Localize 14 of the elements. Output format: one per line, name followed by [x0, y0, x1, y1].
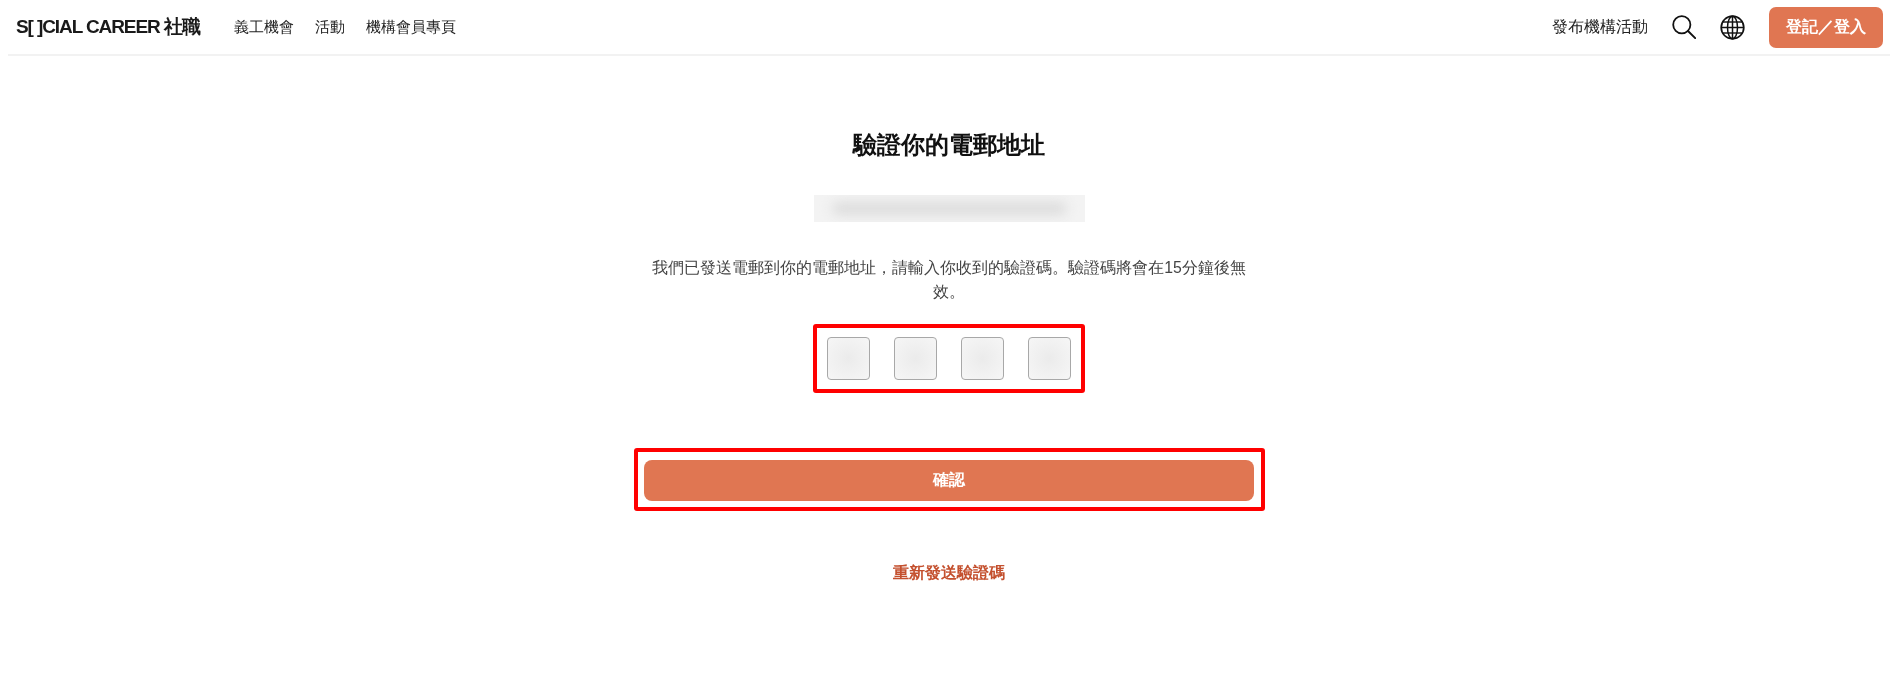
nav-link[interactable]: 機構會員專頁 — [365, 17, 456, 37]
code-digit-field[interactable] — [827, 337, 870, 380]
search-icon[interactable] — [1672, 15, 1696, 39]
site-logo[interactable]: S[ ]CIAL CAREER 社職 — [16, 14, 200, 40]
code-digit-field[interactable] — [961, 337, 1004, 380]
resend-code-link[interactable]: 重新發送驗證碼 — [893, 561, 1005, 585]
page-title: 驗證你的電郵地址 — [853, 130, 1045, 160]
code-digit-field[interactable] — [1028, 337, 1071, 380]
nav-link[interactable]: 活動 — [314, 17, 345, 37]
nav-link[interactable]: 義工機會 — [233, 17, 294, 37]
instruction-text: 我們已發送電郵到你的電郵地址，請輸入你收到的驗證碼。驗證碼將會在15分鐘後無效。 — [651, 258, 1247, 302]
globe-icon[interactable] — [1720, 14, 1745, 40]
code-digit-field[interactable] — [894, 337, 937, 380]
post-event-link[interactable]: 發布機構活動 — [1552, 16, 1648, 38]
